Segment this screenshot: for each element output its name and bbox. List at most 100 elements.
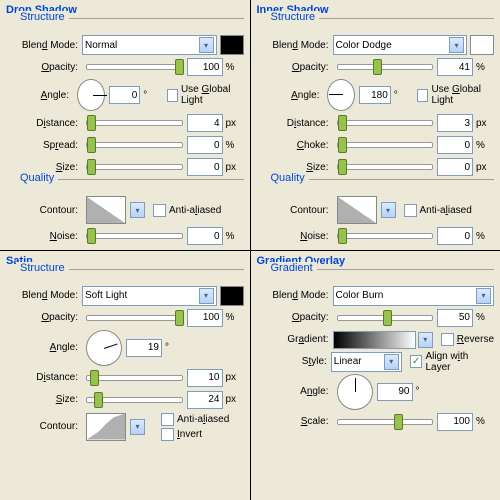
angle-label: Angle: xyxy=(16,90,73,101)
choke-input[interactable]: 0 xyxy=(437,136,473,154)
chevron-down-icon[interactable]: ▾ xyxy=(381,202,396,218)
spread-slider[interactable] xyxy=(86,142,183,148)
angle-dial[interactable] xyxy=(86,330,122,366)
unit-label: % xyxy=(473,416,494,427)
angle-input[interactable]: 0 xyxy=(109,86,141,104)
unit-label: % xyxy=(223,231,244,242)
choke-slider[interactable] xyxy=(337,142,434,148)
distance-label: Distance: xyxy=(16,372,82,383)
angle-input[interactable]: 180 xyxy=(359,86,391,104)
opacity-slider[interactable] xyxy=(337,315,434,321)
opacity-label: Opacity: xyxy=(267,62,333,73)
scale-input[interactable]: 100 xyxy=(437,413,473,431)
contour-picker[interactable] xyxy=(337,196,377,224)
unit-label: % xyxy=(223,312,244,323)
chevron-down-icon[interactable]: ▾ xyxy=(130,419,145,435)
unit-label: px xyxy=(223,118,244,129)
opacity-input[interactable]: 100 xyxy=(187,58,223,76)
opacity-input[interactable]: 100 xyxy=(187,309,223,327)
unit-label: px xyxy=(473,118,494,129)
unit-label: px xyxy=(223,394,244,405)
size-input[interactable]: 24 xyxy=(187,391,223,409)
noise-slider[interactable] xyxy=(86,233,183,239)
blend-mode-select[interactable]: Color Burn▾ xyxy=(333,286,495,306)
chevron-down-icon[interactable]: ▾ xyxy=(418,332,433,348)
opacity-input[interactable]: 41 xyxy=(437,58,473,76)
color-swatch[interactable] xyxy=(470,35,494,55)
scale-label: Scale: xyxy=(267,416,333,427)
angle-label: Angle: xyxy=(16,342,82,353)
color-swatch[interactable] xyxy=(220,35,244,55)
chevron-down-icon: ▾ xyxy=(476,288,491,304)
anti-aliased-checkbox[interactable] xyxy=(153,204,166,217)
structure-group: Structure Blend Mode: Normal▾ Opacity: 1… xyxy=(16,18,244,177)
unit-label: ° xyxy=(140,90,158,101)
blend-mode-label: Blend Mode: xyxy=(16,290,82,301)
noise-input[interactable]: 0 xyxy=(187,227,223,245)
chevron-down-icon[interactable]: ▾ xyxy=(130,202,145,218)
distance-input[interactable]: 3 xyxy=(437,114,473,132)
opacity-input[interactable]: 50 xyxy=(437,309,473,327)
reverse-checkbox[interactable] xyxy=(441,333,454,346)
distance-label: Distance: xyxy=(16,118,82,129)
anti-aliased-checkbox[interactable] xyxy=(404,204,417,217)
color-swatch[interactable] xyxy=(220,286,244,306)
blend-mode-select[interactable]: Soft Light▾ xyxy=(82,286,217,306)
blend-mode-select[interactable]: Normal▾ xyxy=(82,35,217,55)
layer-style-grid: Drop Shadow Structure Blend Mode: Normal… xyxy=(0,0,500,500)
angle-dial[interactable] xyxy=(327,79,355,111)
blend-mode-label: Blend Mode: xyxy=(267,290,333,301)
unit-label: px xyxy=(223,162,244,173)
distance-input[interactable]: 10 xyxy=(187,369,223,387)
chevron-down-icon: ▾ xyxy=(449,37,464,53)
scale-slider[interactable] xyxy=(337,419,434,425)
unit-label: % xyxy=(223,140,244,151)
global-light-checkbox[interactable] xyxy=(167,89,178,102)
unit-label: % xyxy=(473,231,494,242)
gradient-picker[interactable] xyxy=(333,331,416,349)
opacity-label: Opacity: xyxy=(16,62,82,73)
invert-label: Invert xyxy=(177,429,202,440)
angle-label: Angle: xyxy=(267,386,333,397)
size-input[interactable]: 0 xyxy=(437,158,473,176)
global-light-checkbox[interactable] xyxy=(417,89,428,102)
noise-slider[interactable] xyxy=(337,233,434,239)
anti-aliased-label: Anti-aliased xyxy=(177,414,229,425)
noise-input[interactable]: 0 xyxy=(437,227,473,245)
opacity-slider[interactable] xyxy=(86,64,183,70)
opacity-slider[interactable] xyxy=(337,64,434,70)
size-slider[interactable] xyxy=(86,397,183,403)
blend-mode-select[interactable]: Color Dodge▾ xyxy=(333,35,468,55)
style-label: Style: xyxy=(267,356,331,367)
unit-label: ° xyxy=(391,90,409,101)
size-slider[interactable] xyxy=(337,164,434,170)
distance-slider[interactable] xyxy=(86,120,183,126)
opacity-label: Opacity: xyxy=(16,312,82,323)
align-checkbox[interactable]: ✓ xyxy=(410,355,423,368)
invert-checkbox[interactable] xyxy=(161,428,174,441)
blend-mode-label: Blend Mode: xyxy=(267,40,333,51)
blend-mode-label: Blend Mode: xyxy=(16,40,82,51)
size-slider[interactable] xyxy=(86,164,183,170)
angle-input[interactable]: 19 xyxy=(126,339,162,357)
distance-input[interactable]: 4 xyxy=(187,114,223,132)
style-select[interactable]: Linear▾ xyxy=(331,352,402,372)
angle-dial[interactable] xyxy=(337,374,373,410)
distance-label: Distance: xyxy=(267,118,333,129)
align-label: Align with Layer xyxy=(425,351,494,373)
contour-picker[interactable] xyxy=(86,196,126,224)
drop-shadow-panel: Drop Shadow Structure Blend Mode: Normal… xyxy=(0,0,250,250)
distance-slider[interactable] xyxy=(86,375,183,381)
chevron-down-icon: ▾ xyxy=(199,288,214,304)
structure-group: Structure Blend Mode: Color Dodge▾ Opaci… xyxy=(267,18,495,177)
anti-aliased-checkbox[interactable] xyxy=(161,413,174,426)
angle-input[interactable]: 90 xyxy=(377,383,413,401)
spread-input[interactable]: 0 xyxy=(187,136,223,154)
contour-label: Contour: xyxy=(267,205,333,216)
distance-slider[interactable] xyxy=(337,120,434,126)
global-light-label: Use Global Light xyxy=(431,84,494,106)
opacity-slider[interactable] xyxy=(86,315,183,321)
size-input[interactable]: 0 xyxy=(187,158,223,176)
contour-picker[interactable] xyxy=(86,413,126,441)
angle-dial[interactable] xyxy=(77,79,105,111)
